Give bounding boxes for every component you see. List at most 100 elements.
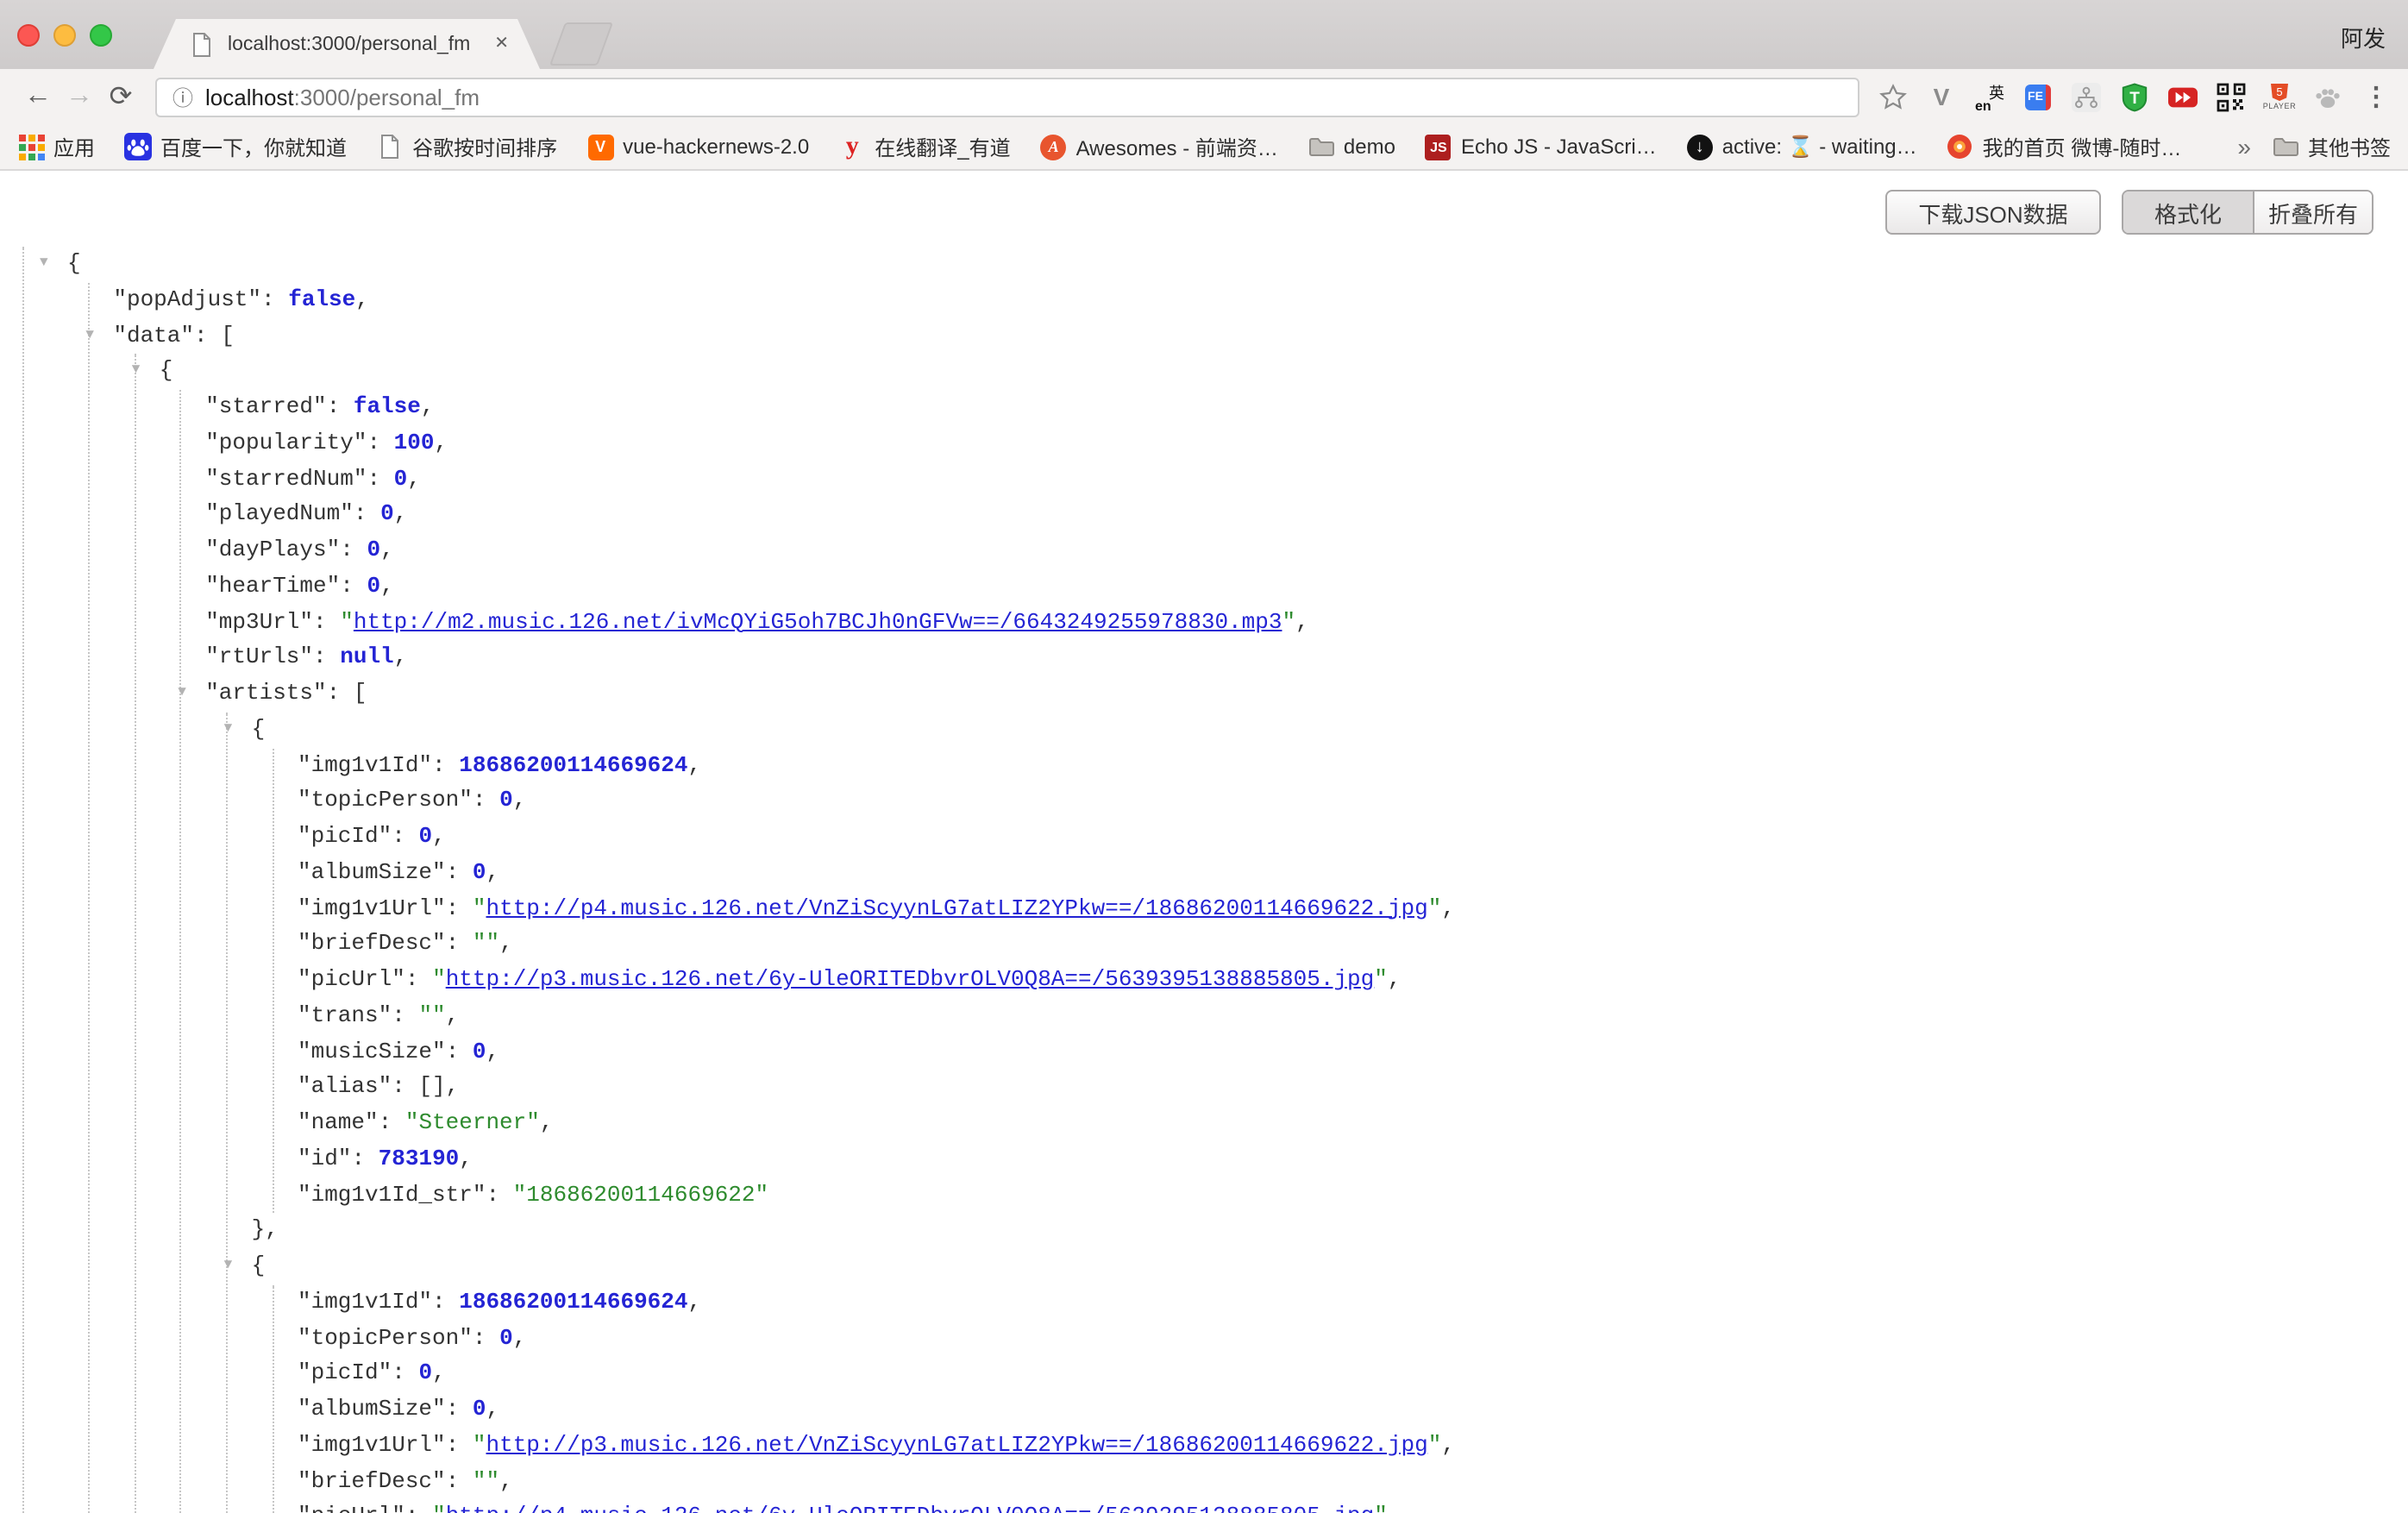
json-line: "playedNum": 0, — [0, 498, 2408, 534]
browser-tab[interactable]: localhost:3000/personal_fm ✕ — [154, 19, 540, 69]
download-json-button[interactable]: 下载JSON数据 — [1885, 190, 2101, 235]
collapse-toggle-icon[interactable]: ▼ — [224, 713, 233, 749]
json-value: 0 — [418, 1360, 432, 1386]
json-punctuation: }, — [252, 1217, 279, 1243]
collapse-toggle-icon[interactable]: ▼ — [178, 676, 186, 713]
zoom-window-button[interactable] — [90, 24, 112, 47]
html5player-icon[interactable]: 5PLAYER — [2265, 82, 2294, 111]
menu-dots-icon[interactable]: ⋮ — [2361, 82, 2391, 111]
json-url-link[interactable]: http://p3.music.126.net/6y-UleORITEDbvrO… — [446, 966, 1375, 992]
fe-icon[interactable]: FE — [2023, 82, 2053, 111]
json-line: "picId": 0, — [0, 819, 2408, 856]
url-path: :3000/personal_fm — [294, 84, 480, 110]
bookmark-item[interactable]: AAwesomes - 前端资… — [1040, 132, 1278, 161]
other-bookmarks-folder[interactable]: 其他书签 — [2272, 132, 2391, 161]
json-line: "dayPlays": 0, — [0, 533, 2408, 569]
view-mode-toggle: 格式化 折叠所有 — [2122, 190, 2374, 235]
json-string: "" — [418, 1002, 445, 1028]
json-key: "briefDesc" — [298, 931, 446, 957]
json-key: "artists" — [205, 680, 326, 706]
json-url-link[interactable]: http://m2.music.126.net/ivMcQYiG5oh7BCJh… — [354, 608, 1282, 634]
json-key: "albumSize" — [298, 1396, 446, 1422]
fastforward-icon[interactable] — [2168, 82, 2198, 111]
back-icon[interactable]: ← — [17, 81, 59, 112]
sitemap-icon[interactable] — [2072, 82, 2101, 111]
collapse-toggle-icon[interactable]: ▼ — [40, 247, 48, 283]
forward-icon: → — [59, 81, 100, 112]
bookmark-item[interactable]: 谷歌按时间排序 — [376, 132, 557, 161]
tab-close-icon[interactable]: ✕ — [494, 35, 509, 53]
vimium-icon[interactable]: V — [1927, 82, 1956, 111]
json-punctuation: : — [432, 751, 459, 777]
json-punctuation: : — [367, 465, 393, 491]
bookmark-items: 应用百度一下，你就知道谷歌按时间排序 Vvue-hackernews-2.0 y在线… — [17, 132, 2230, 161]
json-punctuation: , — [513, 788, 527, 813]
bookmark-label: 我的首页 微博-随时… — [1983, 132, 2182, 161]
json-key: "picUrl" — [298, 966, 405, 992]
json-url-link[interactable]: http://p4.music.126.net/6y-UleORITEDbvrO… — [446, 1504, 1375, 1513]
bookmark-item[interactable]: demo — [1307, 133, 1395, 160]
json-line: "id": 783190, — [0, 1142, 2408, 1178]
minimize-window-button[interactable] — [53, 24, 76, 47]
bookmark-item[interactable]: 应用 — [17, 132, 95, 161]
json-line: "albumSize": 0, — [0, 856, 2408, 892]
json-value: 100 — [394, 430, 435, 455]
collapse-toggle-icon[interactable]: ▼ — [224, 1249, 233, 1285]
json-key: "data" — [113, 322, 194, 348]
json-viewer: ▼{"popAdjust": false,▼"data": [▼{"starre… — [0, 247, 2408, 1513]
json-key: "dayPlays" — [205, 537, 340, 562]
json-key: "topicPerson" — [298, 1324, 473, 1350]
json-value: 0 — [499, 788, 513, 813]
profile-name[interactable]: 阿发 — [2341, 21, 2386, 53]
json-punctuation: " — [1374, 966, 1388, 992]
folder-icon — [1307, 133, 1335, 160]
qrcode-icon[interactable] — [2217, 82, 2246, 111]
json-url-link[interactable]: http://p4.music.126.net/VnZiScyynLG7atLI… — [486, 895, 1428, 920]
json-punctuation: , — [380, 537, 394, 562]
paw-icon[interactable] — [2313, 82, 2342, 111]
json-punctuation: , — [459, 1146, 473, 1171]
json-line: }, — [0, 1214, 2408, 1250]
json-key: "img1v1Id" — [298, 751, 432, 777]
bookmark-item[interactable]: 百度一下，你就知道 — [124, 132, 347, 161]
bookmark-item[interactable]: y在线翻译_有道 — [838, 132, 1010, 161]
json-value: 0 — [499, 1324, 513, 1350]
json-line: "popAdjust": false, — [0, 283, 2408, 319]
collapse-all-button[interactable]: 折叠所有 — [2253, 191, 2372, 233]
bookmark-item[interactable]: Vvue-hackernews-2.0 — [586, 133, 809, 160]
bookmark-label: vue-hackernews-2.0 — [623, 135, 809, 159]
json-punctuation: : — [473, 788, 499, 813]
bookmark-label: demo — [1344, 135, 1395, 159]
json-url-link[interactable]: http://p3.music.126.net/VnZiScyynLG7atLI… — [486, 1432, 1428, 1458]
tampermonkey-icon[interactable]: T — [2120, 82, 2149, 111]
json-key: "name" — [298, 1109, 379, 1135]
new-tab-button[interactable] — [549, 22, 613, 66]
json-punctuation: : — [473, 1324, 499, 1350]
collapse-toggle-icon[interactable]: ▼ — [132, 355, 141, 391]
json-value: false — [354, 393, 421, 419]
json-punctuation: : — [446, 1432, 473, 1458]
json-punctuation: : — [486, 1181, 512, 1207]
json-line: ▼{ — [0, 355, 2408, 391]
bookmarks-bar: 应用百度一下，你就知道谷歌按时间排序 Vvue-hackernews-2.0 y在线… — [0, 124, 2408, 171]
bookmark-item[interactable]: 我的首页 微博-随时… — [1947, 132, 2182, 161]
translate-icon[interactable]: 英en — [1975, 82, 2004, 111]
extension-icons: V 英en FE T 5PLAYER ⋮ — [1859, 82, 2391, 111]
json-punctuation: , — [380, 573, 394, 599]
bookmark-item[interactable]: ↓active: ⌛ - waiting… — [1686, 133, 1917, 160]
apps-icon — [17, 133, 45, 160]
bookmark-star-icon[interactable] — [1878, 82, 1908, 111]
json-key: "briefDesc" — [298, 1467, 446, 1493]
json-punctuation: , — [540, 1109, 554, 1135]
format-button[interactable]: 格式化 — [2123, 191, 2253, 233]
address-bar[interactable]: ⓘ localhost :3000/personal_fm — [155, 77, 1859, 116]
info-icon[interactable]: ⓘ — [172, 82, 193, 111]
close-window-button[interactable] — [17, 24, 40, 47]
bookmark-label: Awesomes - 前端资… — [1076, 132, 1278, 161]
json-key: "img1v1Id" — [298, 1289, 432, 1315]
download-circle-icon: ↓ — [1686, 133, 1714, 160]
reload-icon[interactable]: ⟳ — [100, 79, 141, 114]
collapse-toggle-icon[interactable]: ▼ — [85, 318, 94, 355]
bookmark-item[interactable]: JSEcho JS - JavaScri… — [1425, 133, 1657, 160]
bookmarks-overflow-icon[interactable]: » — [2237, 133, 2251, 160]
